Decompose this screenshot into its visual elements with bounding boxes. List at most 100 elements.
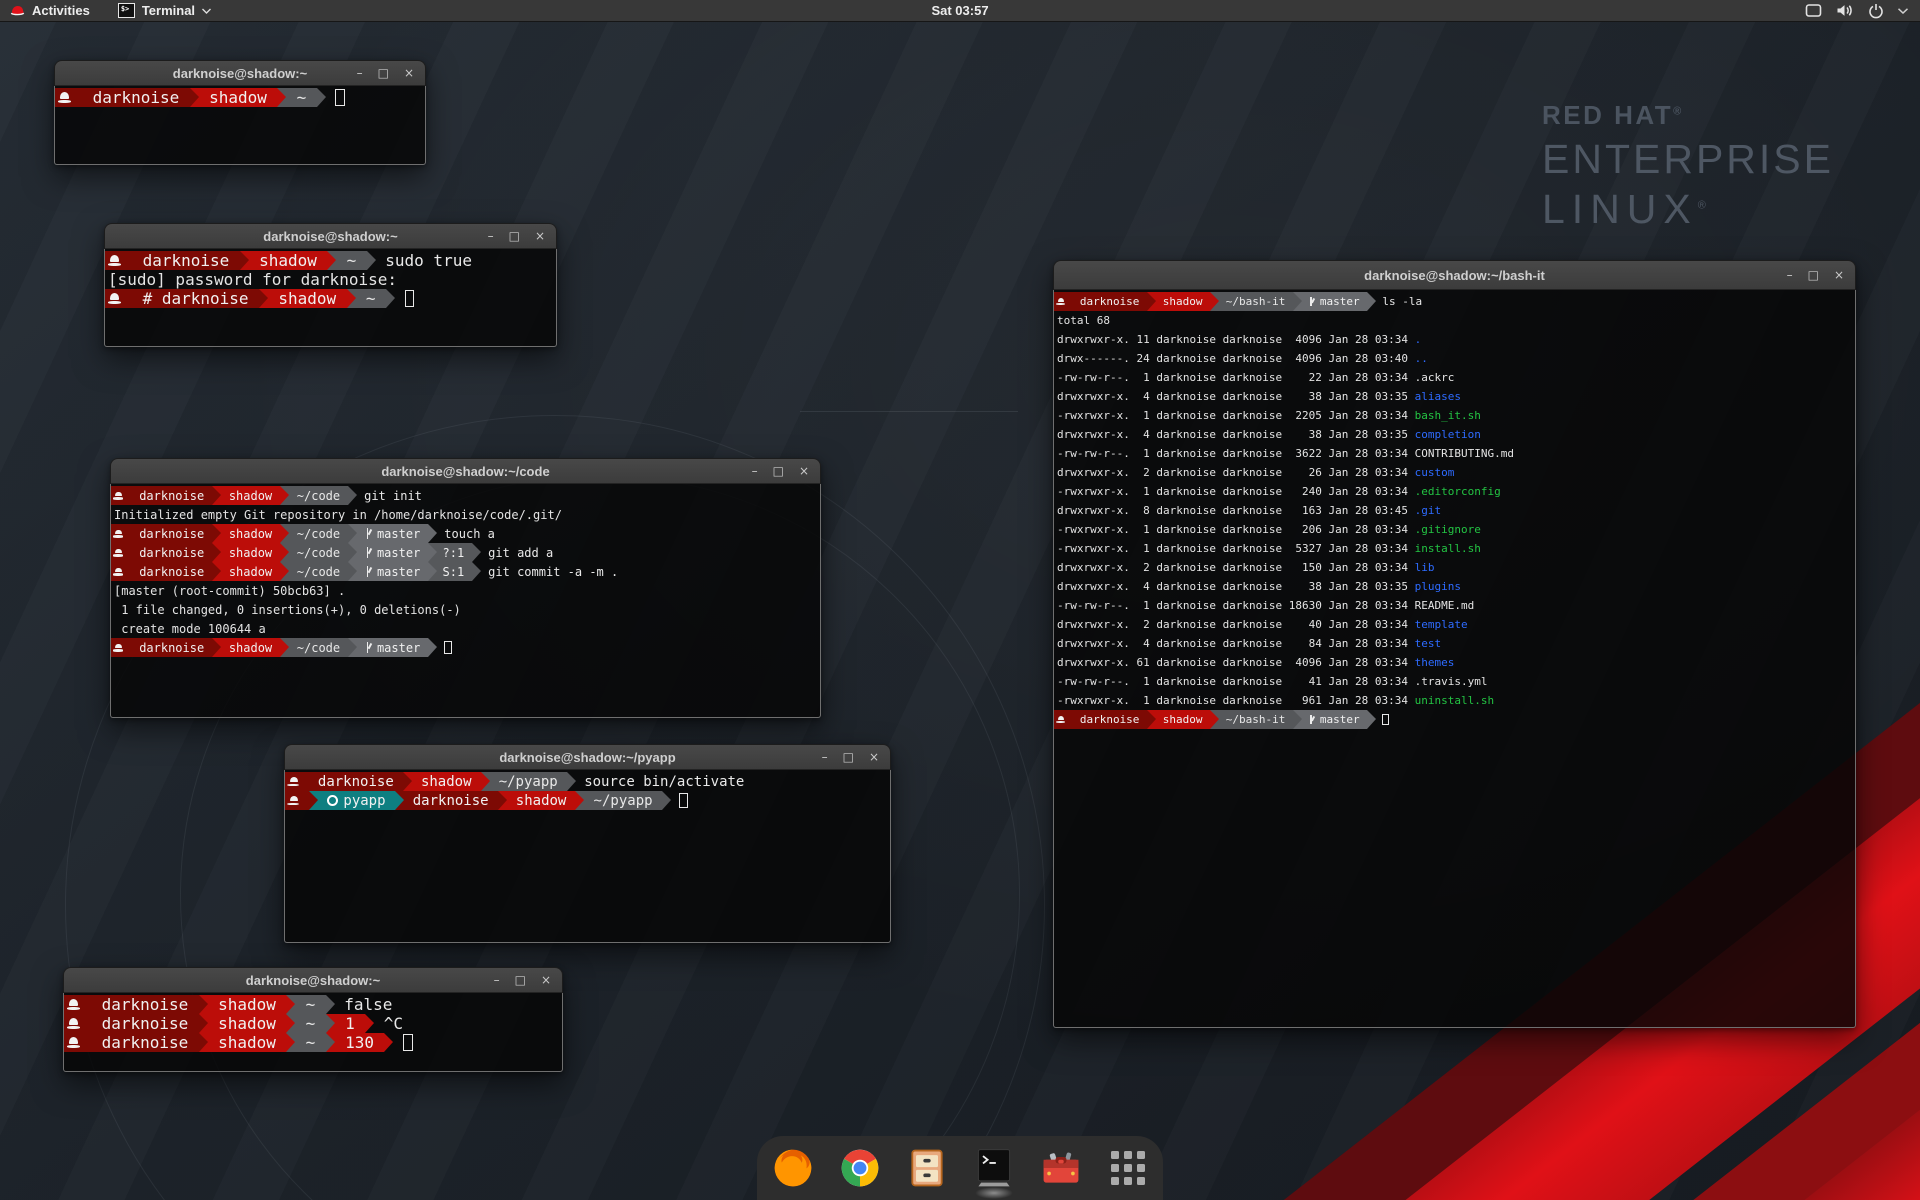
powerline-arrow — [199, 1014, 208, 1033]
powerline-arrow — [280, 638, 289, 657]
redhat-icon — [108, 293, 123, 304]
terminal-text: install.sh — [1415, 539, 1481, 558]
prompt-segment: master — [1302, 292, 1367, 311]
close-button[interactable]: × — [404, 67, 414, 79]
system-status-area[interactable] — [1805, 3, 1920, 19]
terminal-content[interactable]: darknoiseshadow~/bash-itmasterls -latota… — [1053, 290, 1856, 1028]
powerline-arrow — [1293, 710, 1302, 729]
terminal-text: -rwxrwxr-x. 1 darknoise darknoise 206 Ja… — [1054, 520, 1415, 539]
powerline-arrow — [212, 543, 221, 562]
close-button[interactable]: × — [541, 974, 551, 986]
maximize-button[interactable]: □ — [773, 465, 784, 477]
maximize-button[interactable]: □ — [843, 751, 854, 763]
minimize-button[interactable]: – — [1787, 269, 1793, 281]
prompt-segment: master — [357, 543, 428, 562]
prompt-segment: darknoise — [91, 995, 198, 1014]
dock-item-chrome[interactable] — [837, 1145, 883, 1191]
powerline-arrow — [567, 772, 576, 791]
terminal-content[interactable]: darknoiseshadow~ — [54, 86, 426, 165]
clock[interactable]: Sat 03:57 — [0, 3, 1920, 18]
prompt-segment: darknoise — [1073, 710, 1147, 729]
firefox-icon — [771, 1146, 815, 1190]
redhat-icon — [113, 529, 124, 537]
close-button[interactable]: × — [535, 230, 545, 242]
titlebar[interactable]: darknoise@shadow:~/pyapp – □ × — [284, 744, 891, 770]
minimize-button[interactable]: – — [488, 230, 494, 242]
terminal-text: CONTRIBUTING.md — [1415, 444, 1514, 463]
app-menu-terminal[interactable]: $> Terminal — [109, 0, 220, 21]
close-button[interactable]: × — [869, 751, 879, 763]
prompt-segment: darknoise — [404, 791, 498, 810]
prompt-segment: ~ — [336, 251, 366, 270]
maximize-button[interactable]: □ — [515, 974, 526, 986]
terminal-line: [master (root-commit) 50bcb63] . — [111, 581, 820, 600]
terminal-content[interactable]: darknoiseshadow~falsedarknoiseshadow~1^C… — [63, 993, 563, 1072]
dock-item-files[interactable] — [904, 1145, 950, 1191]
terminal-text: total 68 — [1054, 311, 1110, 330]
terminal-text: drwxrwxr-x. 4 darknoise darknoise 38 Jan… — [1054, 387, 1415, 406]
branch-icon — [365, 547, 372, 558]
minimize-button[interactable]: – — [357, 67, 363, 79]
terminal-text: -rw-rw-r--. 1 darknoise darknoise 3622 J… — [1054, 444, 1415, 463]
terminal-text: -rw-rw-r--. 1 darknoise darknoise 22 Jan… — [1054, 368, 1415, 387]
terminal-window-home-2: darknoise@shadow:~ – □ × darknoiseshadow… — [63, 967, 563, 1072]
terminal-content[interactable]: darknoiseshadow~sudo true[sudo] password… — [104, 249, 557, 347]
maximize-button[interactable]: □ — [378, 67, 389, 79]
close-button[interactable]: × — [799, 465, 809, 477]
titlebar[interactable]: darknoise@shadow:~ – □ × — [104, 223, 557, 249]
prompt-segment: ~/code — [289, 524, 348, 543]
rhel-brand-logo: RED HAT® ENTERPRISE LINUX® — [1542, 100, 1834, 233]
terminal-window-code: darknoise@shadow:~/code – □ × darknoises… — [110, 458, 821, 718]
close-button[interactable]: × — [1834, 269, 1844, 281]
running-indicator — [975, 1187, 1013, 1199]
dock-item-app-grid[interactable] — [1105, 1145, 1151, 1191]
terminal-line: drwxrwxr-x. 4 darknoise darknoise 84 Jan… — [1054, 634, 1855, 653]
powerline-arrow — [240, 251, 249, 270]
dock-item-toolbox[interactable] — [1038, 1145, 1084, 1191]
terminal-text: template — [1415, 615, 1468, 634]
terminal-line: -rwxrwxr-x. 1 darknoise darknoise 5327 J… — [1054, 539, 1855, 558]
dock-item-firefox[interactable] — [770, 1145, 816, 1191]
minimize-button[interactable]: – — [494, 974, 500, 986]
minimize-button[interactable]: – — [752, 465, 758, 477]
powerline-arrow — [662, 791, 671, 810]
titlebar[interactable]: darknoise@shadow:~/bash-it – □ × — [1053, 260, 1856, 290]
activities-button[interactable]: Activities — [0, 0, 99, 21]
terminal-content[interactable]: darknoiseshadow~/pyappsource bin/activat… — [284, 770, 891, 943]
titlebar[interactable]: darknoise@shadow:~/code – □ × — [110, 458, 821, 484]
prompt-segment: ~/bash-it — [1219, 292, 1293, 311]
terminal-line: darknoiseshadow~/codemaster — [111, 638, 820, 657]
prompt-segment: shadow — [249, 251, 328, 270]
terminal-text: create mode 100644 a — [111, 619, 266, 638]
prompt-segment: 1 — [335, 1014, 365, 1033]
prompt-segment: darknoise — [131, 638, 212, 657]
terminal-line: # darknoiseshadow~ — [105, 289, 556, 308]
terminal-content[interactable]: darknoiseshadow~/codegit initInitialized… — [110, 484, 821, 718]
maximize-button[interactable]: □ — [1808, 269, 1819, 281]
minimize-button[interactable]: – — [822, 751, 828, 763]
branch-icon — [365, 642, 372, 653]
terminal-line: drwxrwxr-x. 4 darknoise darknoise 38 Jan… — [1054, 387, 1855, 406]
chevron-down-icon — [202, 8, 211, 14]
prompt-segment: 130 — [335, 1033, 385, 1052]
terminal-text: drwxrwxr-x. 4 darknoise darknoise 38 Jan… — [1054, 425, 1415, 444]
brand-line-2: ENTERPRISE — [1542, 136, 1834, 183]
caret-down-icon — [1898, 8, 1908, 14]
terminal-text: git commit -a -m . — [481, 562, 618, 581]
prompt-os-segment — [285, 791, 309, 810]
terminal-line: darknoiseshadow~/pyappsource bin/activat… — [285, 772, 890, 791]
titlebar[interactable]: darknoise@shadow:~ – □ × — [54, 60, 426, 86]
powerline-arrow — [199, 995, 208, 1014]
redhat-icon — [67, 1018, 82, 1029]
prompt-segment: ~/code — [289, 486, 348, 505]
terminal-text: -rwxrwxr-x. 1 darknoise darknoise 961 Ja… — [1054, 691, 1415, 710]
dock — [757, 1136, 1163, 1200]
maximize-button[interactable]: □ — [509, 230, 520, 242]
terminal-line: darknoiseshadow~130 — [64, 1033, 562, 1052]
prompt-segment: ~/pyapp — [490, 772, 567, 791]
dock-item-terminal[interactable] — [971, 1145, 1017, 1191]
prompt-os-segment — [55, 88, 82, 107]
prompt-segment: shadow — [208, 1014, 287, 1033]
titlebar[interactable]: darknoise@shadow:~ – □ × — [63, 967, 563, 993]
powerline-arrow — [1367, 292, 1376, 311]
